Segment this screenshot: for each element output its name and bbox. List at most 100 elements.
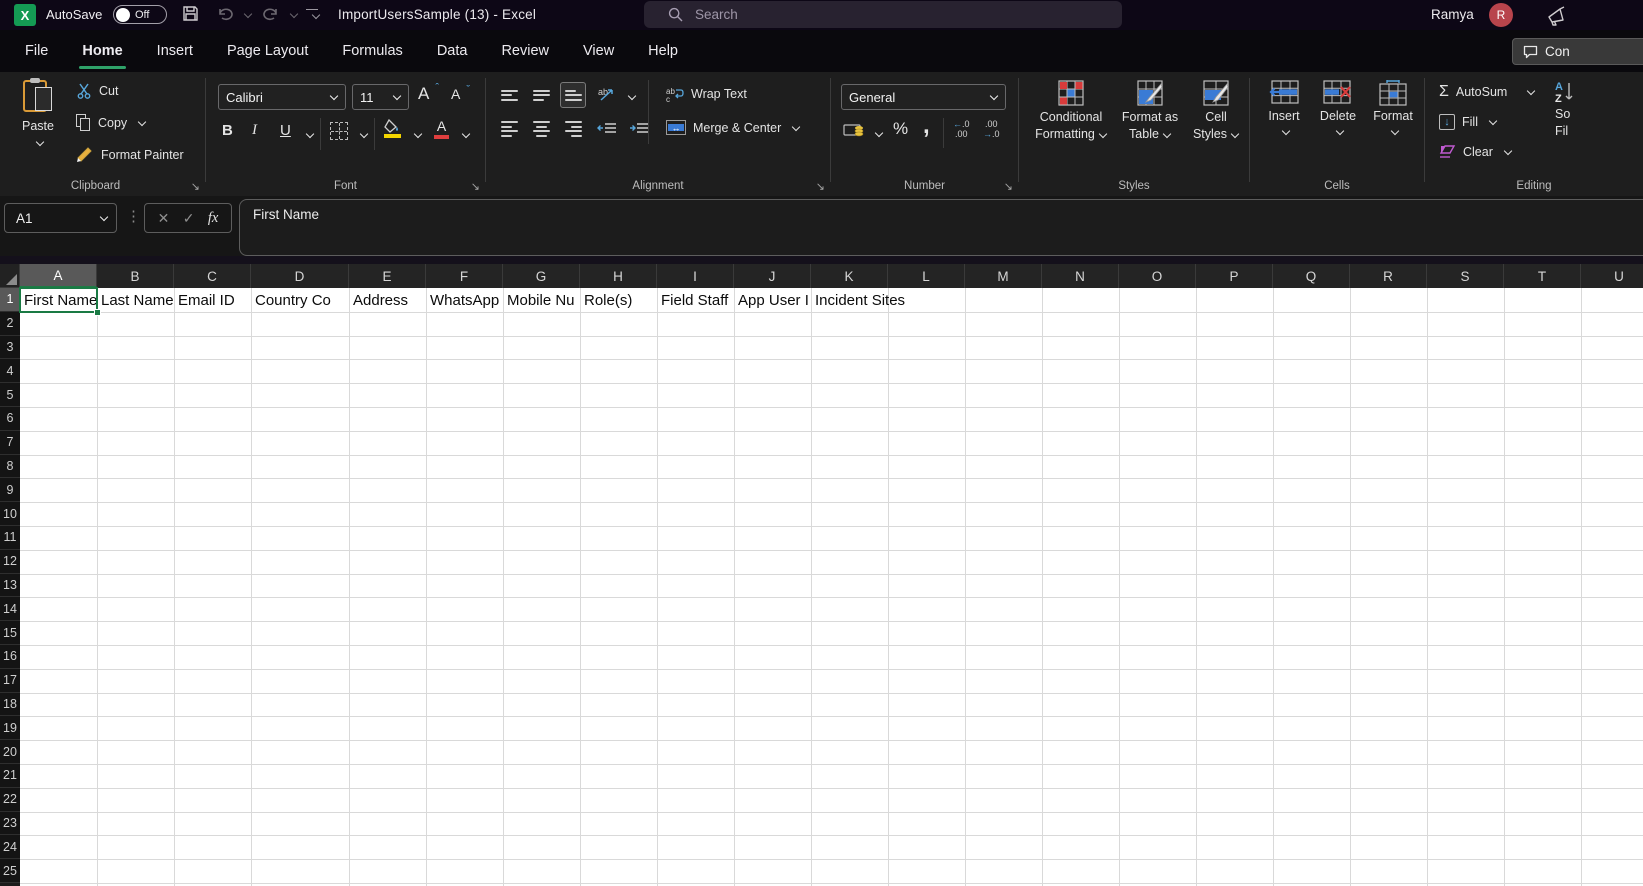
column-header-K[interactable]: K bbox=[811, 264, 888, 288]
cell-D1[interactable]: Country Co bbox=[251, 288, 349, 312]
number-format-select[interactable]: General bbox=[841, 84, 1006, 110]
align-center-button[interactable] bbox=[528, 116, 554, 142]
format-painter-button[interactable]: Format Painter bbox=[76, 146, 184, 163]
name-box[interactable]: A1 bbox=[4, 203, 117, 233]
fill-button[interactable]: ↓ Fill bbox=[1439, 114, 1497, 130]
comma-style-button[interactable]: , bbox=[923, 112, 930, 140]
column-header-J[interactable]: J bbox=[734, 264, 811, 288]
cell-styles-button[interactable]: Cell Styles bbox=[1189, 80, 1243, 143]
row-header-14[interactable]: 14 bbox=[0, 597, 20, 621]
grid-canvas[interactable]: First NameLast NameEmail IDCountry CoAdd… bbox=[20, 288, 1643, 886]
row-header-18[interactable]: 18 bbox=[0, 693, 20, 717]
user-name[interactable]: Ramya bbox=[1431, 7, 1474, 22]
increase-font-size-button[interactable]: Aˆ bbox=[418, 84, 440, 104]
align-left-button[interactable] bbox=[496, 116, 522, 142]
column-header-M[interactable]: M bbox=[965, 264, 1042, 288]
row-header-2[interactable]: 2 bbox=[0, 312, 20, 336]
bold-button[interactable]: B bbox=[222, 122, 233, 139]
customize-quick-access-icon[interactable] bbox=[306, 9, 318, 10]
insert-cells-button[interactable]: Insert bbox=[1260, 80, 1308, 136]
row-header-23[interactable]: 23 bbox=[0, 812, 20, 836]
row-header-12[interactable]: 12 bbox=[0, 550, 20, 574]
selected-cell-A1[interactable] bbox=[19, 287, 98, 313]
conditional-formatting-dropdown-icon[interactable] bbox=[1099, 129, 1107, 137]
row-header-9[interactable]: 9 bbox=[0, 478, 20, 502]
decrease-font-size-button[interactable]: Aˇ bbox=[451, 86, 471, 102]
format-cells-button[interactable]: Format bbox=[1368, 80, 1418, 136]
tab-help[interactable]: Help bbox=[631, 30, 695, 72]
row-header-7[interactable]: 7 bbox=[0, 431, 20, 455]
tab-view[interactable]: View bbox=[566, 30, 631, 72]
increase-decimal-button[interactable]: ←.0.00 bbox=[953, 120, 970, 140]
column-header-P[interactable]: P bbox=[1196, 264, 1273, 288]
avatar[interactable]: R bbox=[1489, 3, 1513, 27]
conditional-formatting-button[interactable]: Conditional Formatting bbox=[1031, 80, 1111, 143]
cell-J1[interactable]: App User I bbox=[734, 288, 811, 312]
column-header-H[interactable]: H bbox=[580, 264, 657, 288]
column-header-N[interactable]: N bbox=[1042, 264, 1119, 288]
cut-button[interactable]: Cut bbox=[76, 83, 118, 99]
column-header-U[interactable]: U bbox=[1581, 264, 1643, 288]
fill-color-dropdown-icon[interactable] bbox=[414, 130, 422, 138]
column-header-S[interactable]: S bbox=[1427, 264, 1504, 288]
row-header-22[interactable]: 22 bbox=[0, 788, 20, 812]
cell-B1[interactable]: Last Name bbox=[97, 288, 174, 312]
clipboard-dialog-launcher-icon[interactable]: ↘ bbox=[191, 180, 200, 193]
row-header-5[interactable]: 5 bbox=[0, 383, 20, 407]
autosum-button[interactable]: Σ AutoSum bbox=[1439, 83, 1535, 101]
column-header-D[interactable]: D bbox=[251, 264, 349, 288]
font-color-button[interactable]: A bbox=[434, 118, 449, 139]
borders-dropdown-icon[interactable] bbox=[360, 130, 368, 138]
align-middle-button[interactable] bbox=[528, 82, 554, 108]
accounting-dropdown-icon[interactable] bbox=[875, 129, 883, 137]
cell-F1[interactable]: WhatsApp bbox=[426, 288, 503, 312]
redo-icon[interactable] bbox=[262, 5, 280, 21]
fill-color-button[interactable] bbox=[384, 119, 401, 138]
font-dialog-launcher-icon[interactable]: ↘ bbox=[471, 180, 480, 193]
column-header-F[interactable]: F bbox=[426, 264, 503, 288]
increase-indent-button[interactable] bbox=[626, 116, 652, 142]
row-header-1[interactable]: 1 bbox=[0, 288, 20, 312]
number-dialog-launcher-icon[interactable]: ↘ bbox=[1004, 180, 1013, 193]
cell-K1[interactable]: Incident Sites bbox=[811, 288, 888, 312]
merge-center-dropdown-icon[interactable] bbox=[792, 122, 800, 130]
copy-dropdown-icon[interactable] bbox=[138, 117, 146, 125]
megaphone-icon[interactable] bbox=[1545, 4, 1569, 26]
column-header-G[interactable]: G bbox=[503, 264, 580, 288]
save-icon[interactable] bbox=[182, 5, 199, 22]
tab-file[interactable]: File bbox=[8, 30, 65, 72]
italic-button[interactable]: I bbox=[252, 122, 257, 139]
delete-dropdown-icon[interactable] bbox=[1336, 127, 1344, 135]
paste-dropdown-icon[interactable] bbox=[36, 138, 44, 146]
tab-home[interactable]: Home bbox=[65, 30, 139, 72]
cell-G1[interactable]: Mobile Nu bbox=[503, 288, 580, 312]
paste-button[interactable]: Paste bbox=[10, 78, 66, 147]
percent-style-button[interactable]: % bbox=[893, 119, 908, 139]
fill-dropdown-icon[interactable] bbox=[1489, 117, 1497, 125]
font-color-dropdown-icon[interactable] bbox=[462, 130, 470, 138]
decrease-decimal-button[interactable]: .00→.0 bbox=[983, 120, 1000, 140]
clear-dropdown-icon[interactable] bbox=[1504, 146, 1512, 154]
decrease-indent-button[interactable] bbox=[594, 116, 620, 142]
font-size-select[interactable]: 11 bbox=[352, 84, 409, 110]
sort-filter-button[interactable]: AZ So Fil bbox=[1555, 80, 1641, 140]
undo-dropdown-icon[interactable] bbox=[244, 10, 252, 18]
clear-button[interactable]: Clear bbox=[1439, 144, 1512, 159]
row-header-13[interactable]: 13 bbox=[0, 574, 20, 598]
cell-H1[interactable]: Role(s) bbox=[580, 288, 657, 312]
align-right-button[interactable] bbox=[560, 116, 586, 142]
tab-review[interactable]: Review bbox=[484, 30, 566, 72]
column-header-I[interactable]: I bbox=[657, 264, 734, 288]
underline-button[interactable]: U bbox=[280, 122, 291, 139]
row-header-4[interactable]: 4 bbox=[0, 359, 20, 383]
row-header-15[interactable]: 15 bbox=[0, 621, 20, 645]
formula-bar-grip-icon[interactable]: ⋮ bbox=[126, 207, 141, 225]
column-header-L[interactable]: L bbox=[888, 264, 965, 288]
cell-C1[interactable]: Email ID bbox=[174, 288, 251, 312]
underline-dropdown-icon[interactable] bbox=[306, 130, 314, 138]
accounting-format-button[interactable] bbox=[843, 122, 865, 138]
format-dropdown-icon[interactable] bbox=[1391, 127, 1399, 135]
cell-I1[interactable]: Field Staff bbox=[657, 288, 734, 312]
column-header-C[interactable]: C bbox=[174, 264, 251, 288]
customize-quick-access-chevron-icon[interactable] bbox=[312, 11, 320, 19]
